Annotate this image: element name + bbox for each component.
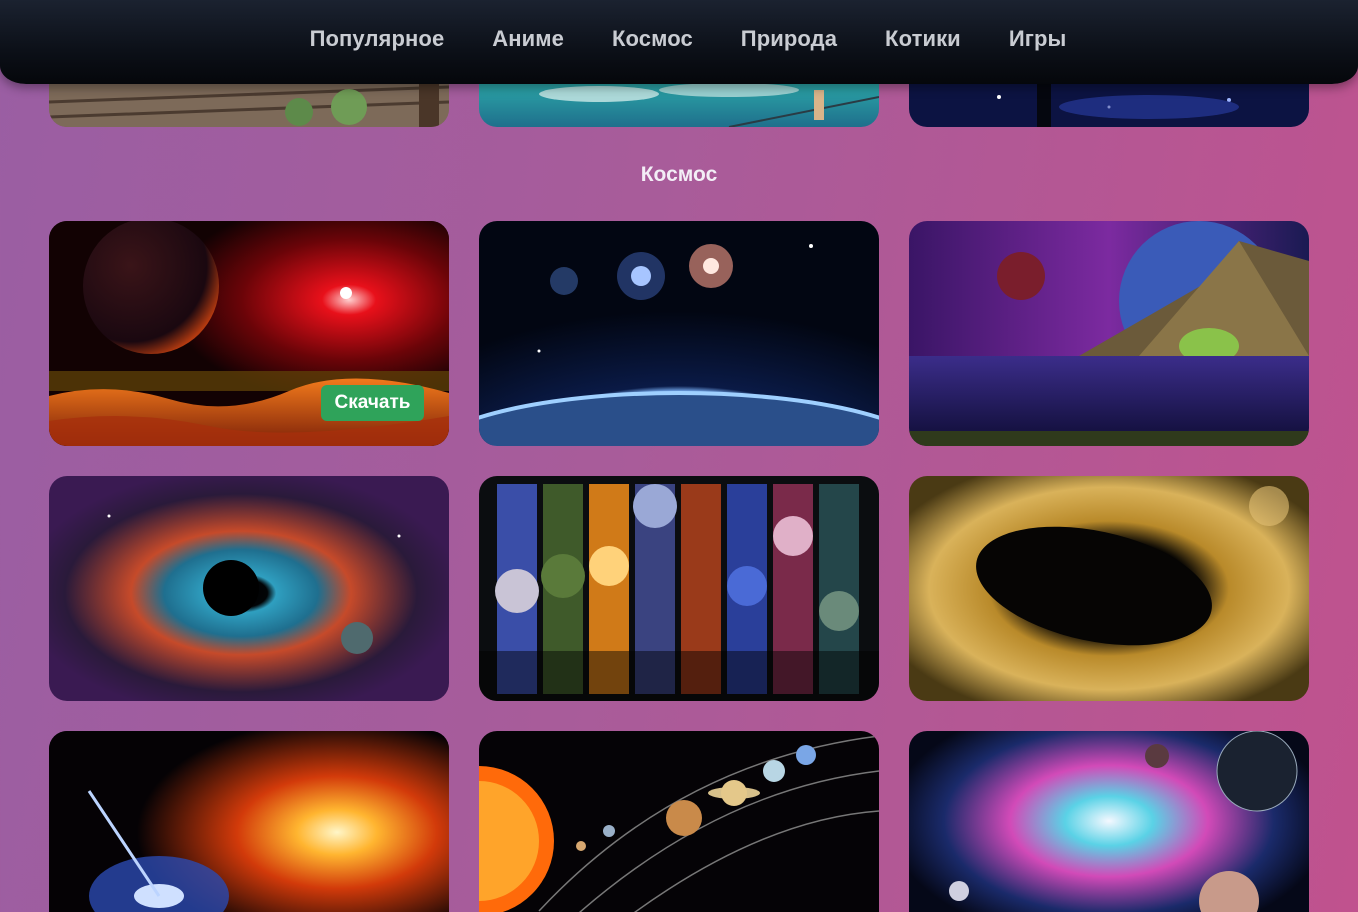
top-navbar: Популярное Аниме Космос Природа Котики И… [0,0,1358,84]
nav-item-anime[interactable]: Аниме [492,26,564,52]
wallpaper-space-planet-panels[interactable] [479,476,879,701]
nav-item-cats[interactable]: Котики [885,26,961,52]
nav-menu: Популярное Аниме Космос Природа Котики И… [0,26,1358,52]
nav-item-popular[interactable]: Популярное [310,26,445,52]
wallpaper-space-purple-mountain-lake[interactable] [909,221,1309,446]
wallpaper-space-cosmic-eye[interactable] [49,476,449,701]
nav-item-games[interactable]: Игры [1009,26,1067,52]
wallpaper-space-red-planet-desert[interactable]: Скачать [49,221,449,446]
wallpaper-space-colorful-nebula[interactable] [909,731,1309,912]
wallpaper-space-sun-galaxy[interactable] [49,731,449,912]
download-button[interactable]: Скачать [321,385,424,421]
wallpaper-space-earth-horizon[interactable] [479,221,879,446]
section-title: Космос [640,163,718,186]
wallpaper-space-solar-system[interactable] [479,731,879,912]
wallpaper-space-golden-nebula[interactable] [909,476,1309,701]
nav-item-space[interactable]: Космос [612,26,693,52]
nav-item-nature[interactable]: Природа [741,26,837,52]
